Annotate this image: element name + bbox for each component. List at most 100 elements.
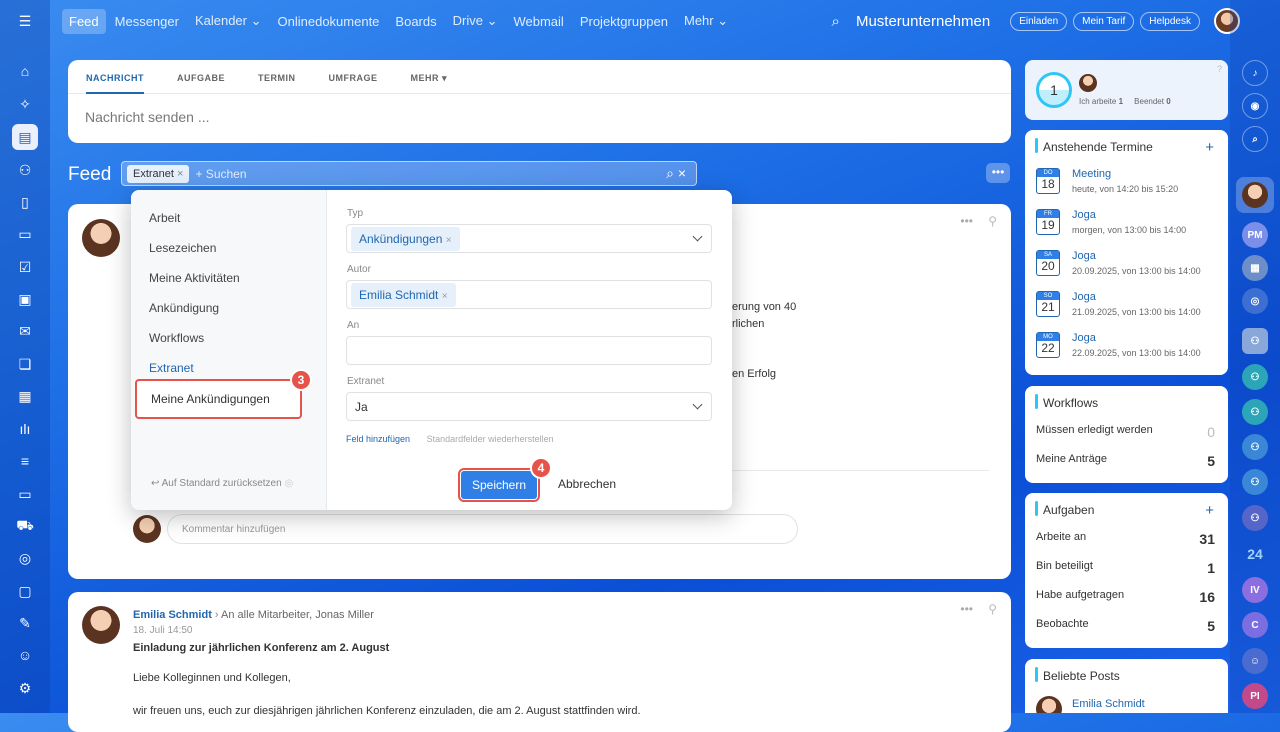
beliebte-title[interactable]: Beliebte Posts (1025, 659, 1228, 683)
nav-boards[interactable]: Boards (388, 9, 443, 34)
group-chat-icon[interactable]: ⚇ (1242, 505, 1268, 531)
post-menu-icon[interactable]: ••• (960, 602, 973, 616)
users-icon[interactable]: ⚇ (12, 157, 38, 183)
workflow-row[interactable]: Müssen erledigt werden 0 (1025, 424, 1228, 440)
event-title[interactable]: Joga (1072, 332, 1096, 344)
reset-to-default-link[interactable]: ↩ Auf Standard zurücksetzen ◎ (151, 478, 293, 489)
search-chat-icon[interactable]: ⌕ (1242, 126, 1268, 152)
bell-icon[interactable]: ♪ (1242, 60, 1268, 86)
post-author[interactable]: Emilia Schmidt (133, 609, 212, 621)
feed-icon[interactable]: ▤ (12, 124, 38, 150)
event-title[interactable]: Meeting (1072, 168, 1111, 180)
an-field[interactable] (346, 336, 712, 365)
event-title[interactable]: Joga (1072, 291, 1096, 303)
post-author-avatar[interactable] (82, 219, 120, 257)
save-button[interactable]: Speichern (458, 468, 540, 502)
nav-projektgruppen[interactable]: Projektgruppen (573, 9, 675, 34)
tasks-icon[interactable]: ☑ (12, 254, 38, 280)
group-chat-icon[interactable]: ▦ (1242, 255, 1268, 281)
chat-pm-badge[interactable]: PM (1242, 222, 1268, 248)
preset-extranet[interactable]: Extranet (149, 361, 194, 375)
tariff-button[interactable]: Mein Tarif (1073, 11, 1135, 31)
nav-onlinedokumente[interactable]: Onlinedokumente (271, 9, 387, 34)
help-icon[interactable]: ? (1217, 64, 1222, 74)
workflow-row[interactable]: Meine Anträge 5 (1025, 453, 1228, 469)
box-icon[interactable]: ▢ (12, 578, 38, 604)
preset-workflows[interactable]: Workflows (149, 331, 204, 345)
preset-meine-aktivitaeten[interactable]: Meine Aktivitäten (149, 271, 240, 285)
chat-24-badge[interactable]: 24 (1242, 541, 1268, 567)
search-clear-icons[interactable]: ⌕ × (666, 165, 686, 182)
documents-icon[interactable]: ▯ (12, 189, 38, 215)
search-placeholder[interactable]: + Suchen (195, 167, 246, 181)
tab-nachricht[interactable]: NACHRICHT (86, 73, 144, 94)
tab-termin[interactable]: TERMIN (258, 73, 296, 93)
chip-close-icon[interactable]: × (442, 291, 448, 302)
task-row[interactable]: Habe aufgetragen 16 (1025, 589, 1228, 605)
group-chat-icon[interactable]: ⚇ (1242, 469, 1268, 495)
nav-webmail[interactable]: Webmail (506, 9, 570, 34)
post-date[interactable]: 18. Juli 14:50 (133, 625, 193, 636)
mail-icon[interactable]: ✉ (12, 318, 38, 344)
autor-field[interactable]: Emilia Schmidt × (346, 280, 712, 309)
search-icon[interactable]: ⌕ (832, 13, 840, 30)
contacts-icon[interactable]: ▭ (12, 481, 38, 507)
extranet-select[interactable]: Ja (346, 392, 712, 421)
chat-icon[interactable]: ❏ (12, 351, 38, 377)
tab-mehr[interactable]: MEHR ▾ (411, 73, 448, 93)
task-row[interactable]: Bin beteiligt 1 (1025, 560, 1228, 576)
chat-pi-badge[interactable]: PI (1242, 683, 1268, 709)
bot-icon[interactable]: ☺ (1242, 648, 1268, 674)
goals-icon[interactable]: ◎ (12, 545, 38, 571)
workflows-title[interactable]: Workflows (1025, 386, 1228, 410)
more-options-button[interactable]: ••• (986, 163, 1010, 183)
crm-icon[interactable]: ▭ (12, 221, 38, 247)
post-recipients[interactable]: An alle Mitarbeiter, Jonas Miller (221, 609, 374, 621)
nav-kalender[interactable]: Kalender ⌄ (188, 8, 269, 34)
restore-fields-link[interactable]: Standardfelder wiederherstellen (427, 434, 554, 444)
invite-button[interactable]: Einladen (1010, 11, 1068, 31)
status-counter[interactable]: 1 (1036, 72, 1072, 108)
cancel-button[interactable]: Abbrechen (558, 477, 616, 491)
event-title[interactable]: Joga (1072, 209, 1096, 221)
preset-lesezeichen[interactable]: Lesezeichen (149, 241, 216, 255)
robot-icon[interactable]: ☺ (12, 642, 38, 668)
chevron-down-icon[interactable] (692, 399, 703, 410)
event-title[interactable]: Joga (1072, 250, 1096, 262)
post-author-avatar[interactable] (82, 606, 120, 644)
helpdesk-button[interactable]: Helpdesk (1140, 11, 1200, 31)
group-chat-icon[interactable]: ⚇ (1242, 434, 1268, 460)
chip-close-icon[interactable]: × (446, 235, 452, 246)
company-name[interactable]: Musterunternehmen (856, 13, 990, 30)
feed-search[interactable]: Extranet × + Suchen ⌕ × (121, 161, 697, 186)
copilot-chat-icon[interactable]: ◉ (1242, 93, 1268, 119)
settings-icon[interactable]: ⚙ (12, 675, 38, 701)
nav-messenger[interactable]: Messenger (108, 9, 186, 34)
new-preset-name-input[interactable]: Meine Ankündigungen (135, 379, 302, 419)
filter-chip[interactable]: Extranet × (127, 164, 190, 183)
typ-field[interactable]: Ankündigungen × (346, 224, 712, 253)
chat-c-badge[interactable]: C (1242, 612, 1268, 638)
calendar-icon[interactable]: ▦ (12, 383, 38, 409)
menu-icon[interactable]: ☰ (12, 8, 38, 34)
popular-post-author[interactable]: Emilia Schmidt (1072, 698, 1145, 710)
task-row[interactable]: Beobachte 5 (1025, 618, 1228, 634)
pin-icon[interactable]: ⚲ (988, 602, 997, 616)
termine-title[interactable]: Anstehende Termine (1025, 130, 1228, 154)
group-chat-icon[interactable]: ◎ (1242, 288, 1268, 314)
add-field-link[interactable]: Feld hinzufügen (346, 434, 410, 444)
group-chat-icon[interactable]: ⚇ (1242, 328, 1268, 354)
pin-icon[interactable]: ⚲ (988, 214, 997, 228)
analytics-icon[interactable]: ılı (12, 416, 38, 442)
preset-ankuendigung[interactable]: Ankündigung (149, 301, 219, 315)
copilot-icon[interactable]: ✧ (12, 91, 38, 117)
preset-arbeit[interactable]: Arbeit (149, 211, 180, 225)
post-menu-icon[interactable]: ••• (960, 214, 973, 228)
tab-umfrage[interactable]: UMFRAGE (329, 73, 378, 93)
tab-aufgabe[interactable]: AUFGABE (177, 73, 225, 93)
chat-avatar[interactable] (1242, 182, 1268, 208)
nav-feed[interactable]: Feed (62, 8, 106, 34)
filter-icon[interactable]: ≡ (12, 448, 38, 474)
nav-drive[interactable]: Drive ⌄ (446, 8, 505, 34)
add-task-icon[interactable]: + (1205, 502, 1214, 519)
